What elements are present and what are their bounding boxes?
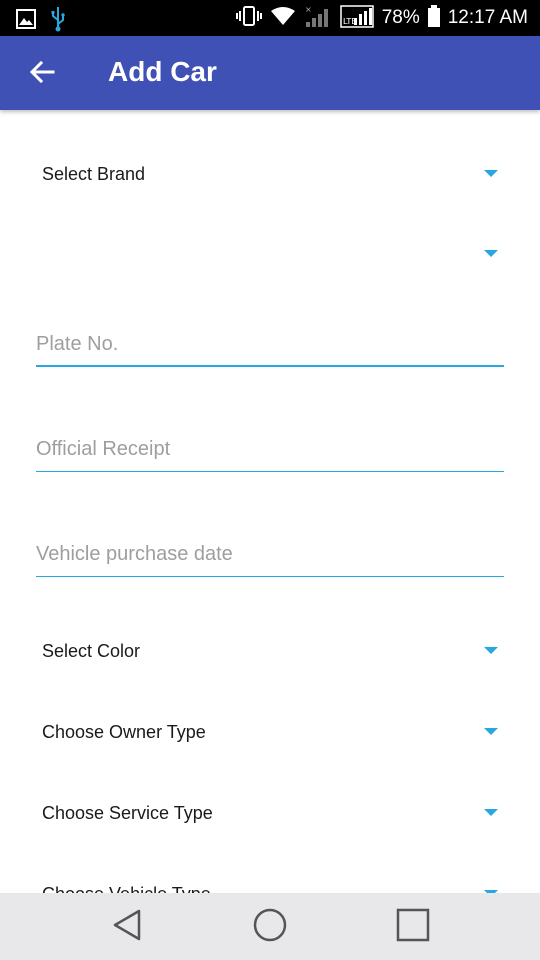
page-title: Add Car xyxy=(108,56,217,87)
back-triangle-icon xyxy=(111,908,143,947)
nav-recents-button[interactable] xyxy=(389,903,437,951)
dropdown-arrow-icon xyxy=(484,728,498,735)
arrow-back-icon xyxy=(29,60,55,89)
dropdown-arrow-icon xyxy=(484,250,498,257)
system-nav-bar xyxy=(0,893,540,960)
brand-spinner[interactable]: Select Brand xyxy=(36,150,504,200)
lte-signal-icon: LTE xyxy=(339,4,374,33)
back-button[interactable] xyxy=(22,54,62,94)
dropdown-arrow-icon xyxy=(484,809,498,816)
svg-text:×: × xyxy=(305,5,312,14)
vibrate-icon xyxy=(235,5,262,32)
status-bar: × LTE 78% 12:17 AM xyxy=(0,0,540,36)
add-car-form: Select Brand Select Color Choose Owner T… xyxy=(0,110,540,893)
home-circle-icon xyxy=(252,907,288,948)
brand-spinner-label: Select Brand xyxy=(42,164,146,184)
battery-percent: 78% xyxy=(381,7,420,28)
purchase-date-input[interactable] xyxy=(36,533,504,577)
service-type-spinner[interactable]: Choose Service Type xyxy=(36,789,504,839)
vehicle-type-spinner-label: Choose Vehicle Type xyxy=(42,884,211,893)
nav-back-button[interactable] xyxy=(103,903,151,951)
wifi-icon xyxy=(270,6,296,31)
usb-icon xyxy=(50,6,66,37)
color-spinner-label: Select Color xyxy=(42,641,141,661)
owner-type-spinner-label: Choose Owner Type xyxy=(42,722,206,742)
clock: 12:17 AM xyxy=(447,7,528,28)
owner-type-spinner[interactable]: Choose Owner Type xyxy=(36,708,504,758)
battery-icon xyxy=(427,4,440,32)
svg-text:LTE: LTE xyxy=(343,17,356,26)
recents-square-icon xyxy=(396,908,430,947)
color-spinner[interactable]: Select Color xyxy=(36,627,504,677)
official-receipt-input[interactable] xyxy=(36,428,504,472)
service-type-spinner-label: Choose Service Type xyxy=(42,803,213,823)
dropdown-arrow-icon xyxy=(484,647,498,654)
app-bar: Add Car xyxy=(0,36,540,110)
model-spinner[interactable] xyxy=(36,230,504,280)
signal-icon: × xyxy=(304,4,332,33)
dropdown-arrow-icon xyxy=(484,170,498,177)
nav-home-button[interactable] xyxy=(246,903,294,951)
vehicle-type-spinner[interactable]: Choose Vehicle Type xyxy=(36,870,504,893)
plate-no-input[interactable] xyxy=(36,323,504,367)
gallery-icon xyxy=(16,9,36,34)
